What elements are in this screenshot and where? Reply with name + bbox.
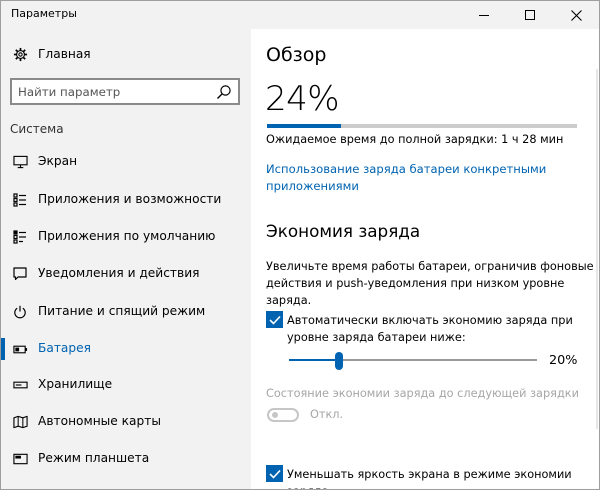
battery-settings-pane: Обзор 24% Ожидаемое время до полной заря… [251,29,599,489]
overview-title: Обзор [266,44,327,66]
checkmark-icon [268,469,281,479]
close-button[interactable] [553,1,599,29]
slider-track-fill [289,359,339,361]
slider-thumb[interactable] [334,352,343,370]
search-input[interactable] [18,83,208,100]
battery-usage-by-app-link[interactable]: Использование заряда батареи конкретными… [266,161,586,195]
content-scrollbar[interactable] [596,69,598,429]
battery-icon [12,341,28,357]
saver-threshold-slider[interactable] [289,352,537,370]
battery-percent: 24% [265,79,340,119]
title-bar: Параметры [1,1,599,29]
dim-screen-checkbox[interactable] [266,465,283,482]
sidebar-item-label: Батарея [38,341,91,355]
app-list-icon [12,192,28,208]
saver-status-toggle-text: Откл. [310,408,344,421]
section-title-system: Система [10,122,64,136]
maximize-icon [525,10,535,20]
minimize-button[interactable] [461,1,507,29]
saver-status-toggle[interactable] [267,408,299,422]
storage-icon [12,377,28,393]
map-icon [12,414,28,430]
sidebar-item-tablet-mode[interactable]: Режим планшета [1,444,251,474]
saver-status-label: Состояние экономии заряда до следующей з… [266,387,579,400]
sidebar-item-notifications[interactable]: Уведомления и действия [1,259,251,289]
dim-screen-option: Уменьшать яркость экрана в режиме эконом… [266,465,596,489]
sidebar-item-power-sleep[interactable]: Питание и спящий режим [1,297,251,327]
search-box[interactable] [10,78,240,105]
notification-icon [12,266,28,282]
settings-window: Параметры Главная Найти параметр Система… [0,0,600,490]
sidebar-item-battery[interactable]: Батарея [1,334,251,364]
remaining-time-text: Ожидаемое время до полной зарядки: 1 ч 2… [266,133,564,146]
sidebar-item-storage[interactable]: Хранилище [1,370,251,400]
sidebar-item-label: Уведомления и действия [38,266,200,280]
close-icon [570,9,582,21]
window-title: Параметры [11,7,77,20]
auto-saver-option: Автоматически включать экономию заряда п… [266,311,596,347]
sidebar-item-label: Автономные карты [38,414,161,428]
sidebar-item-apps-features[interactable]: Приложения и возможности [1,185,251,215]
battery-saver-title: Экономия заряда [266,221,421,241]
toggle-knob [272,412,278,418]
battery-level-fill [267,124,342,128]
sidebar-item-default-apps[interactable]: Приложения по умолчанию [1,222,251,252]
search-icon[interactable] [216,84,232,100]
dim-screen-label: Уменьшать яркость экрана в режиме эконом… [287,468,572,489]
checkmark-icon [268,315,281,325]
saver-threshold-value: 20% [549,353,578,368]
sidebar-item-display[interactable]: Экран [1,147,251,177]
power-icon [12,304,28,320]
display-icon [12,154,28,170]
minimize-icon [479,14,489,16]
nav-home-label: Главная [38,47,91,61]
sidebar-item-label: Хранилище [38,377,113,391]
sidebar-item-offline-maps[interactable]: Автономные карты [1,407,251,437]
battery-level-bar [267,124,577,128]
auto-saver-label: Автоматически включать экономию заряда п… [287,314,573,344]
nav-home[interactable]: Главная [1,39,251,69]
auto-saver-checkbox[interactable] [266,311,283,328]
sidebar-item-label: Экран [38,154,78,168]
maximize-button[interactable] [507,1,553,29]
default-apps-icon [12,229,28,245]
sidebar-item-label: Питание и спящий режим [38,304,206,318]
sidebar-item-label: Приложения и возможности [38,192,222,206]
battery-saver-description: Увеличьте время работы батареи, ограничи… [266,260,594,307]
active-indicator [1,338,5,360]
sidebar: Главная Система Экран [1,29,251,489]
tablet-icon [12,451,28,467]
sidebar-item-label: Приложения по умолчанию [38,229,216,243]
gear-icon [12,46,28,62]
sidebar-item-label: Режим планшета [38,451,150,465]
